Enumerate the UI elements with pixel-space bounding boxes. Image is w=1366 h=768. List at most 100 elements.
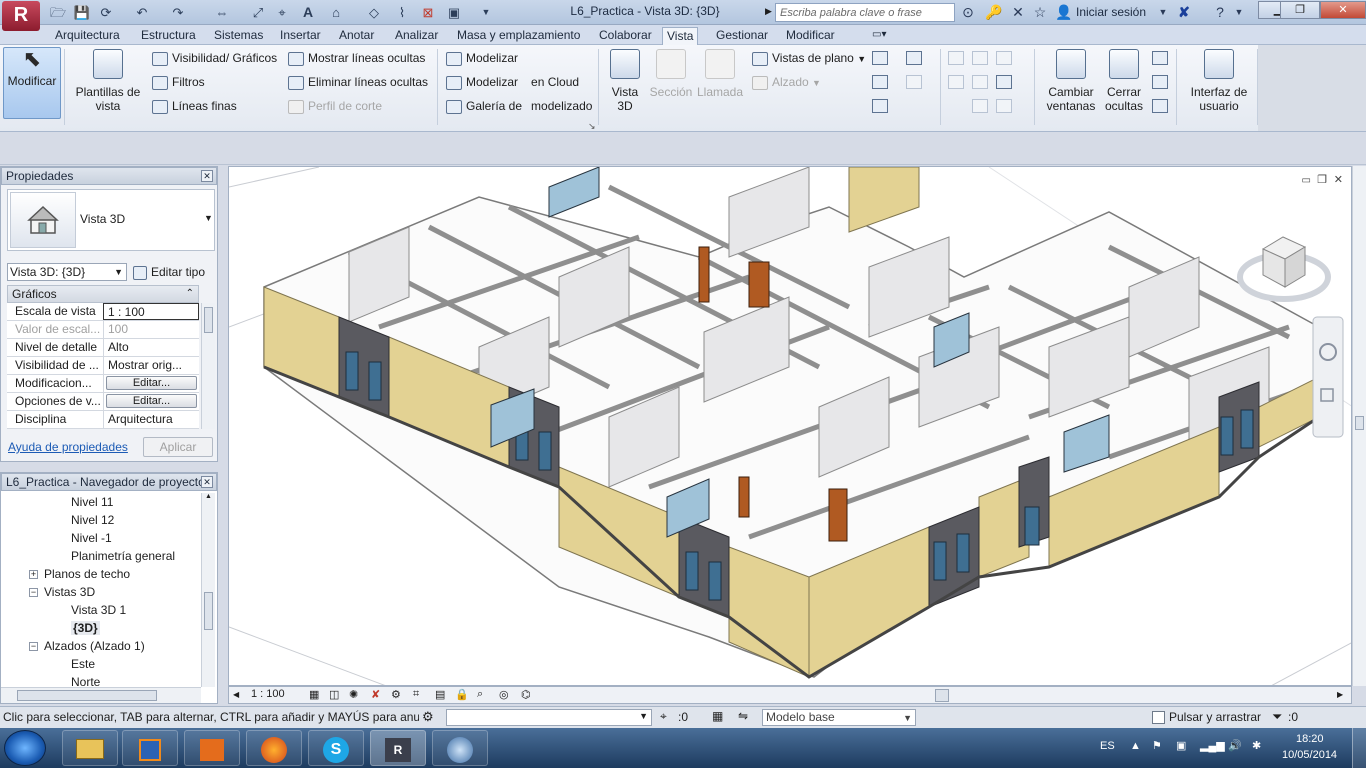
scroll-thumb[interactable] [204, 307, 213, 333]
3d-view-icon[interactable]: ⌂ [326, 3, 346, 22]
legend-icon[interactable] [906, 51, 922, 65]
detail-level-value[interactable]: Alto [103, 339, 199, 356]
tree-item[interactable]: {3D} [1, 619, 201, 637]
matchline-icon[interactable] [972, 75, 988, 89]
sun-path-icon[interactable]: ✺ [349, 688, 358, 701]
browser-hscrollbar[interactable] [1, 687, 201, 703]
graphics-section-header[interactable]: Gráficos ⌃ [7, 285, 199, 303]
replicate-icon[interactable] [1152, 51, 1168, 65]
communication-icon[interactable]: ✕ [1008, 3, 1028, 22]
binoculars-icon[interactable]: ⊙ [958, 3, 978, 22]
tray-volume-icon[interactable]: 🔊 [1228, 739, 1242, 752]
scope-box-icon[interactable] [872, 75, 888, 89]
remove-hidden-lines-button[interactable]: Eliminar líneas ocultas [288, 73, 428, 91]
tab-masa-emplazamiento[interactable]: Masa y emplazamiento [453, 27, 584, 45]
editable-only-icon[interactable]: ⌖ [660, 709, 667, 724]
thin-lines-icon[interactable]: ⌇ [392, 3, 412, 22]
visual-style-icon[interactable]: ◫ [329, 688, 339, 701]
taskbar-skype-icon[interactable]: S [308, 730, 364, 766]
hscroll-thumb[interactable] [17, 690, 157, 701]
taskbar-firefox-icon[interactable] [246, 730, 302, 766]
show-hidden-lines-button[interactable]: Mostrar líneas ocultas [288, 49, 425, 67]
view-templates-button[interactable]: Plantillas de vista [70, 49, 146, 113]
ribbon-toggle-icon[interactable]: ▭▾ [868, 27, 890, 45]
taskbar-explorer-icon[interactable] [62, 730, 118, 766]
sheet-icon[interactable] [872, 99, 888, 113]
switch-windows-button[interactable]: Cambiar ventanas [1042, 49, 1100, 113]
subscription-icon[interactable]: 🔑 [984, 3, 1004, 22]
clock-date[interactable]: 10/05/2014 [1282, 749, 1337, 761]
expand-icon[interactable]: + [29, 570, 38, 580]
tray-flag-icon[interactable]: ⚑ [1152, 739, 1162, 752]
edit-type-button[interactable]: Editar tipo [133, 263, 205, 281]
panel-launcher-icon[interactable]: ↘ [588, 121, 596, 132]
guide-grid-icon[interactable] [948, 75, 964, 89]
search-expand-icon[interactable]: ▶ [765, 6, 772, 17]
scale-input[interactable]: 1 : 100 [103, 303, 199, 320]
tray-expand-icon[interactable]: ▲ [1130, 740, 1141, 752]
switch-windows-icon[interactable]: ▣ [444, 3, 464, 22]
tree-item[interactable]: − Alzados (Alzado 1) [1, 637, 201, 655]
taskbar-media-player-icon[interactable] [122, 730, 178, 766]
application-menu-button[interactable]: R [2, 1, 40, 31]
tree-item[interactable]: Nivel 11 [1, 493, 201, 511]
tray-network-icon[interactable]: ▂▄▆ [1200, 739, 1225, 752]
tab-insertar[interactable]: Insertar [276, 27, 325, 45]
lock-3d-icon[interactable]: 🔒 [455, 688, 469, 701]
scroll-thumb[interactable] [204, 592, 213, 630]
collapse-icon[interactable]: − [29, 588, 38, 598]
view-close-icon[interactable]: ✕ [1334, 173, 1343, 186]
favorites-icon[interactable]: ☆ [1030, 3, 1050, 22]
tree-item[interactable]: Vista 3D 1 [1, 601, 201, 619]
plan-views-button[interactable]: Vistas de plano ▼ [752, 49, 866, 67]
tray-device-icon[interactable]: ▣ [1176, 739, 1186, 752]
tab-sistemas[interactable]: Sistemas [210, 27, 267, 45]
reveal-hidden-icon[interactable]: ◎ [499, 688, 509, 701]
tab-anotar[interactable]: Anotar [335, 27, 378, 45]
hscroll-thumb[interactable] [935, 689, 949, 702]
section-button[interactable]: Sección [648, 49, 694, 99]
tab-gestionar[interactable]: Gestionar [712, 27, 772, 45]
text-icon[interactable]: A [298, 3, 318, 22]
help-dropdown-icon[interactable]: ▼ [1234, 3, 1244, 22]
revisions-icon[interactable] [996, 51, 1012, 65]
title-block-edit-icon[interactable] [996, 99, 1012, 113]
exchange-apps-icon[interactable]: ✘ [1174, 3, 1194, 22]
tab-arquitectura[interactable]: Arquitectura [51, 27, 124, 45]
tree-item[interactable]: Norte [1, 673, 201, 687]
user-interface-button[interactable]: Interfaz de usuario [1186, 49, 1252, 113]
cut-profile-button[interactable]: Perfil de corte [288, 97, 382, 115]
tree-item[interactable]: − Vistas 3D [1, 583, 201, 601]
vg-edit-button[interactable]: Editar... [106, 376, 197, 390]
render-gallery-button[interactable]: Galería de modelizado [446, 97, 592, 115]
press-drag-checkbox[interactable] [1152, 711, 1165, 724]
viewports-icon[interactable] [972, 99, 988, 113]
visibility-graphics-button[interactable]: Visibilidad/ Gráficos [152, 49, 277, 67]
view-minimize-icon[interactable]: ▭ [1302, 175, 1311, 186]
user-icon[interactable]: 👤 [1054, 3, 1074, 22]
type-selector[interactable]: Vista 3D ▼ [7, 189, 215, 251]
scroll-right-icon[interactable]: ▶ [1337, 690, 1343, 699]
close-icon[interactable]: ✕ [201, 170, 213, 182]
crop-view-icon[interactable]: ⌗ [413, 688, 419, 701]
tab-estructura[interactable]: Estructura [137, 27, 200, 45]
tree-item[interactable]: Planimetría general [1, 547, 201, 565]
links-icon[interactable]: ⇋ [738, 709, 748, 723]
sheet-composition-icon[interactable] [948, 51, 964, 65]
shadows-icon[interactable]: ✘ [371, 688, 380, 701]
open-icon[interactable]: 🗁 [48, 3, 68, 22]
filter-icon[interactable]: ⏷ [1272, 709, 1282, 725]
schedules-icon[interactable] [872, 51, 888, 65]
tree-item[interactable]: Nivel 12 [1, 511, 201, 529]
cascade-icon[interactable] [1152, 75, 1168, 89]
modify-button[interactable]: ⬉ Modificar [3, 47, 61, 119]
render-button[interactable]: Modelizar [446, 49, 518, 67]
crop-region-icon[interactable]: ▤ [435, 688, 445, 701]
design-options-icon[interactable]: ▦ [712, 709, 723, 723]
tab-analizar[interactable]: Analizar [391, 27, 442, 45]
undo-icon[interactable]: ↶ [132, 3, 152, 22]
scroll-thumb[interactable] [1355, 416, 1364, 430]
scroll-up-icon[interactable]: ▲ [202, 493, 215, 500]
callout-button[interactable]: Llamada [696, 49, 744, 99]
view-reference-icon[interactable] [996, 75, 1012, 89]
